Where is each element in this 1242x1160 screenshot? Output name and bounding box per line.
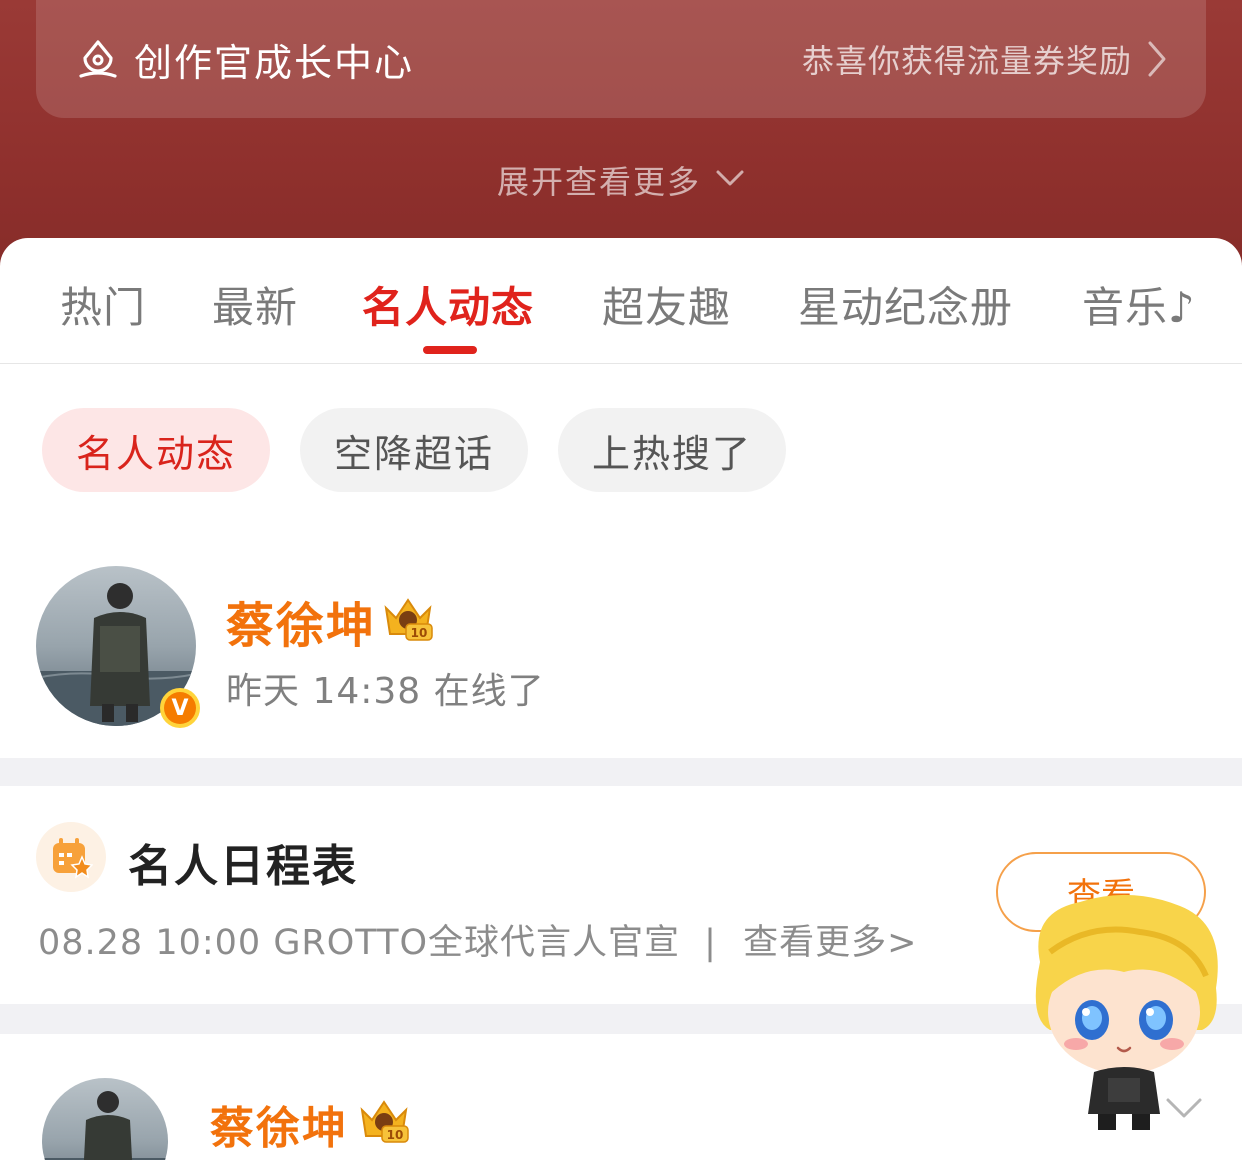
tab-bar: 热门 最新 名人动态 超友趣 星动纪念册 音乐♪ — [0, 238, 1242, 364]
schedule-separator: | — [704, 923, 717, 963]
tab-latest[interactable]: 最新 — [212, 274, 298, 334]
tab-celebrity-news[interactable]: 名人动态 — [362, 274, 534, 334]
crown-level-text: 10 — [387, 1128, 404, 1142]
crown-level-text: 10 — [411, 626, 428, 640]
online-status: 昨天 14:38 在线了 — [226, 671, 545, 712]
creator-left: 创作官成长中心 — [76, 32, 414, 87]
tab-music[interactable]: 音乐♪ — [1082, 274, 1196, 334]
chip-airdrop-topic[interactable]: 空降超话 — [300, 408, 528, 492]
chevron-down-icon — [715, 168, 745, 192]
schedule-entry-text: 08.28 10:00 GROTTO全球代言人官宣 — [38, 923, 680, 963]
avatar-container[interactable]: V — [36, 566, 200, 728]
expand-more-label: 展开查看更多 — [496, 163, 701, 201]
crown-level-icon: 10 — [356, 1094, 412, 1144]
celebrity-name[interactable]: 蔡徐坤 — [226, 586, 376, 656]
reward-text: 恭喜你获得流量券奖励 — [801, 42, 1132, 80]
tab-super-fun[interactable]: 超友趣 — [602, 274, 731, 334]
tab-hot[interactable]: 热门 — [60, 274, 146, 334]
section-divider — [0, 758, 1242, 786]
post-author-name[interactable]: 蔡徐坤 — [210, 1092, 348, 1156]
mascot-avatar-icon[interactable] — [1020, 892, 1230, 1132]
schedule-entry[interactable]: 08.28 10:00 GROTTO全球代言人官宣 | 查看更多> — [38, 914, 917, 965]
creator-right: 恭喜你获得流量券奖励 — [802, 36, 1172, 82]
expand-more-button[interactable]: 展开查看更多 — [0, 150, 1242, 210]
post-avatar[interactable] — [42, 1078, 168, 1160]
crown-level-icon: 10 — [380, 592, 436, 642]
active-tab-indicator — [423, 346, 477, 354]
calendar-star-icon — [36, 822, 106, 892]
chevron-right-icon — [1146, 39, 1172, 79]
celebrity-profile-row[interactable]: V 蔡徐坤 10 昨天 14:38 在线了 — [0, 566, 1242, 756]
schedule-title: 名人日程表 — [128, 841, 358, 892]
chip-trending[interactable]: 上热搜了 — [558, 408, 786, 492]
verified-v-icon: V — [164, 692, 196, 724]
creator-growth-center-card[interactable]: 创作官成长中心 恭喜你获得流量券奖励 — [36, 0, 1206, 118]
creator-pen-icon — [76, 37, 120, 81]
tab-star-album[interactable]: 星动纪念册 — [798, 274, 1013, 334]
chip-celebrity-news[interactable]: 名人动态 — [42, 408, 270, 492]
filter-chips: 名人动态 空降超话 上热搜了 — [0, 408, 1242, 492]
creator-center-title: 创作官成长中心 — [134, 40, 415, 85]
verified-badge: V — [160, 688, 200, 728]
view-more-link[interactable]: 查看更多> — [743, 923, 917, 963]
